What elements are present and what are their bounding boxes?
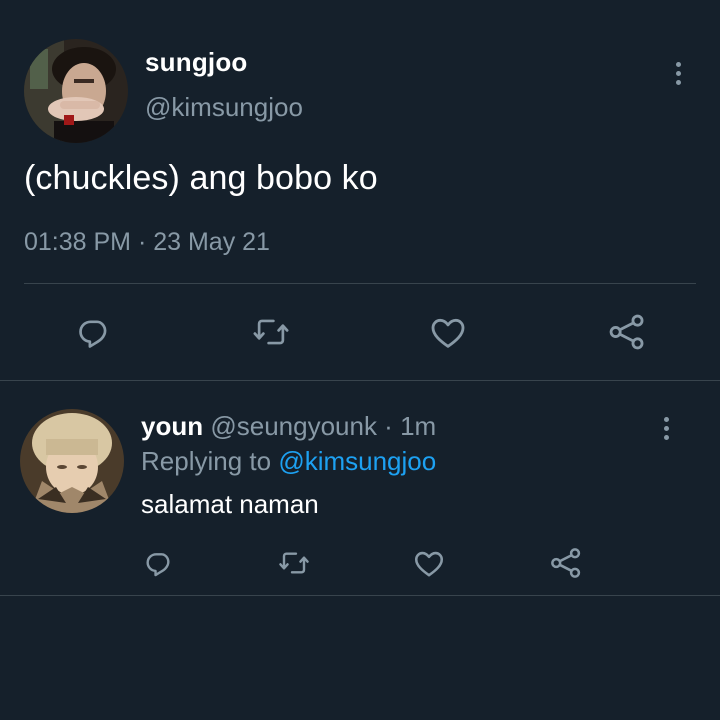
tweet-text: salamat naman (141, 489, 319, 519)
share-icon (609, 314, 644, 350)
author-name[interactable]: sungjoo (145, 47, 248, 78)
reply-icon (79, 320, 107, 348)
divider (24, 283, 696, 284)
tweet-timestamp[interactable]: 01:38 PM · 23 May 21 (24, 228, 270, 257)
more-vertical-icon[interactable] (656, 410, 676, 446)
retweet-icon (253, 319, 289, 345)
tweet-thread: sungjoo @kimsungjoo (chuckles) ang bobo … (0, 0, 720, 720)
share-icon (551, 548, 581, 578)
more-vertical-icon[interactable] (668, 55, 688, 91)
retweet-button[interactable] (276, 546, 312, 580)
replying-to-label: Replying to (141, 446, 272, 476)
divider (0, 595, 720, 596)
divider (0, 380, 720, 381)
reply-header: youn @seungyounk · 1m (141, 411, 436, 442)
main-tweet: sungjoo @kimsungjoo (chuckles) ang bobo … (0, 0, 720, 380)
avatar-photo (24, 39, 128, 143)
retweet-button[interactable] (250, 312, 292, 352)
avatar[interactable] (20, 409, 124, 513)
author-meta[interactable]: @seungyounk · 1m (210, 411, 436, 441)
reply-button[interactable] (142, 545, 176, 579)
author-name[interactable]: youn (141, 411, 203, 441)
share-button[interactable] (548, 545, 584, 581)
author-handle[interactable]: @kimsungjoo (145, 92, 303, 123)
like-button[interactable] (412, 546, 446, 580)
share-button[interactable] (606, 311, 648, 353)
like-icon (414, 551, 444, 577)
tweet-text: (chuckles) ang bobo ko (24, 159, 378, 197)
retweet-icon (279, 552, 309, 574)
avatar-photo (20, 409, 124, 513)
reply-button[interactable] (74, 311, 114, 351)
mention-link[interactable]: @kimsungjoo (278, 446, 436, 476)
like-button[interactable] (428, 312, 468, 352)
replying-to: Replying to @kimsungjoo (141, 446, 436, 477)
reply-icon (146, 553, 170, 577)
like-icon (431, 318, 465, 348)
avatar[interactable] (24, 39, 128, 143)
